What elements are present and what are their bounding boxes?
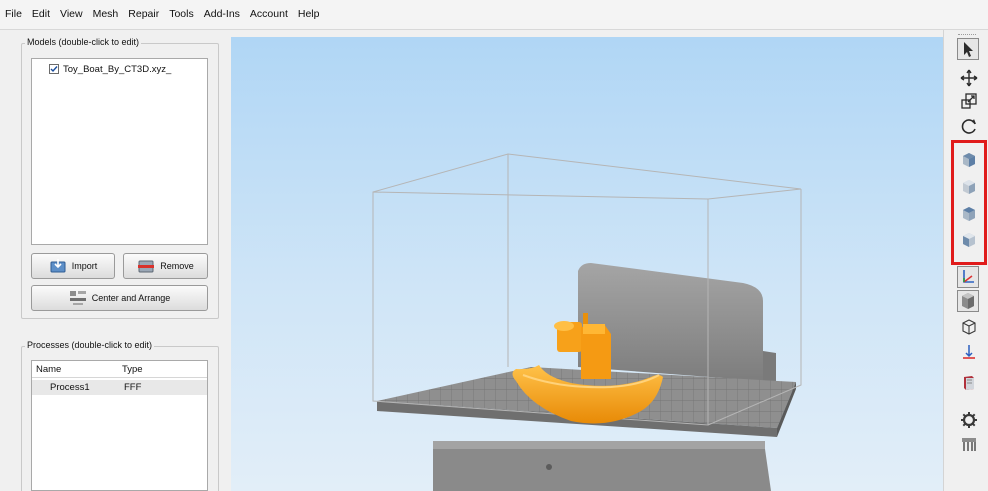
wireframe-view-button[interactable] bbox=[958, 316, 980, 338]
menu-account[interactable]: Account bbox=[250, 8, 288, 20]
select-arrow-icon bbox=[964, 42, 973, 57]
remove-icon bbox=[138, 260, 155, 273]
processes-table-header: Name Type bbox=[32, 361, 207, 378]
3d-viewport[interactable] bbox=[231, 37, 943, 491]
rotate-tool-button[interactable] bbox=[958, 115, 980, 137]
view-buttons-highlight bbox=[951, 140, 987, 265]
table-row[interactable]: Process1 FFF bbox=[32, 380, 207, 395]
place-on-bed-button[interactable] bbox=[958, 341, 980, 363]
menu-add-ins[interactable]: Add-Ins bbox=[204, 8, 240, 20]
rotate-icon bbox=[961, 119, 976, 134]
supports-icon bbox=[962, 438, 976, 451]
book-button[interactable] bbox=[958, 372, 980, 394]
settings-button[interactable] bbox=[958, 409, 980, 431]
settings-gear-icon bbox=[961, 412, 977, 428]
scene-canvas bbox=[372, 153, 802, 491]
process-type: FFF bbox=[124, 382, 142, 393]
scale-icon bbox=[961, 93, 977, 109]
axis-icon bbox=[963, 270, 974, 283]
import-icon bbox=[50, 259, 66, 273]
process-name: Process1 bbox=[50, 382, 90, 393]
center-arrange-label: Center and Arrange bbox=[91, 293, 171, 303]
processes-table[interactable]: Name Type Process1 FFF bbox=[31, 360, 208, 491]
menu-mesh[interactable]: Mesh bbox=[93, 8, 119, 20]
column-header-type[interactable]: Type bbox=[122, 364, 143, 375]
wireframe-view-icon bbox=[962, 319, 976, 335]
move-tool-button[interactable] bbox=[958, 67, 980, 89]
import-label: Import bbox=[71, 261, 98, 271]
model-visible-checkbox[interactable] bbox=[49, 64, 59, 74]
supports-button[interactable] bbox=[958, 433, 980, 455]
toolbar-grip[interactable] bbox=[958, 34, 976, 36]
move-icon bbox=[960, 69, 978, 87]
solid-view-icon bbox=[962, 293, 974, 309]
select-tool-button[interactable] bbox=[957, 38, 979, 60]
model-name: Toy_Boat_By_CT3D.xyz_ bbox=[63, 63, 172, 75]
center-arrange-icon bbox=[69, 291, 86, 305]
scale-tool-button[interactable] bbox=[958, 90, 980, 112]
bed-support bbox=[433, 441, 771, 491]
place-on-bed-icon bbox=[963, 345, 975, 359]
center-and-arrange-button[interactable]: Center and Arrange bbox=[31, 285, 208, 311]
model-list-item[interactable]: Toy_Boat_By_CT3D.xyz_ bbox=[49, 62, 171, 76]
axis-toggle-button[interactable] bbox=[957, 266, 979, 288]
checkmark-icon bbox=[50, 66, 58, 73]
models-group-title: Models (double-click to edit) bbox=[25, 37, 142, 47]
menu-edit[interactable]: Edit bbox=[32, 8, 50, 20]
menu-repair[interactable]: Repair bbox=[128, 8, 159, 20]
remove-button[interactable]: Remove bbox=[123, 253, 208, 279]
models-list[interactable]: Toy_Boat_By_CT3D.xyz_ bbox=[31, 58, 208, 245]
import-button[interactable]: Import bbox=[31, 253, 115, 279]
menu-view[interactable]: View bbox=[60, 8, 83, 20]
book-icon bbox=[964, 376, 974, 390]
processes-group-title: Processes (double-click to edit) bbox=[25, 340, 155, 350]
remove-label: Remove bbox=[160, 261, 194, 271]
solid-view-button[interactable] bbox=[957, 290, 979, 312]
column-header-name[interactable]: Name bbox=[36, 364, 61, 375]
menu-bar: File Edit View Mesh Repair Tools Add-Ins… bbox=[0, 0, 988, 30]
menu-help[interactable]: Help bbox=[298, 8, 320, 20]
menu-file[interactable]: File bbox=[5, 8, 22, 20]
menu-tools[interactable]: Tools bbox=[169, 8, 194, 20]
